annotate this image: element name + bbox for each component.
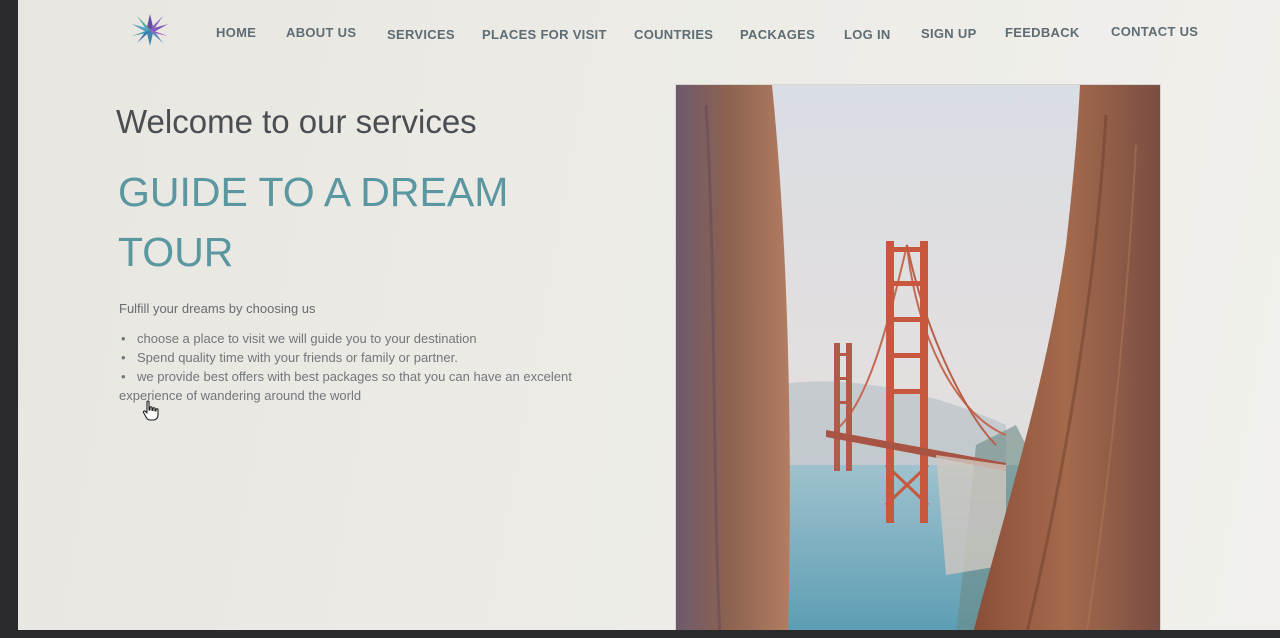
hand-pointer-cursor-icon — [142, 400, 159, 421]
nav-places-for-visit-link[interactable]: PLACES FOR VISIT — [482, 27, 607, 42]
feature-list: • choose a place to visit we will guide y… — [119, 329, 609, 405]
nav-contact-us-link[interactable]: CONTACT US — [1111, 24, 1198, 39]
list-item-text: Spend quality time with your friends or … — [137, 350, 458, 365]
list-item: • choose a place to visit we will guide y… — [119, 329, 609, 348]
golden-gate-bridge-photo — [676, 85, 1160, 634]
browser-viewport: HOME ABOUT US SERVICES PLACES FOR VISIT … — [18, 0, 1280, 634]
nav-countries-link[interactable]: COUNTRIES — [634, 27, 713, 42]
list-item-text: choose a place to visit we will guide yo… — [137, 331, 477, 346]
nav-feedback-link[interactable]: FEEDBACK — [1005, 25, 1080, 40]
list-item-continuation: experience of wandering around the world — [119, 388, 362, 403]
main-navigation: HOME ABOUT US SERVICES PLACES FOR VISIT … — [18, 22, 1280, 46]
bullet-icon: • — [121, 331, 126, 346]
bullet-icon: • — [121, 350, 126, 365]
nav-packages-link[interactable]: PACKAGES — [740, 27, 815, 42]
welcome-heading: Welcome to our services — [116, 103, 477, 140]
intro-text: Fulfill your dreams by choosing us — [119, 301, 316, 316]
list-item: • Spend quality time with your friends or… — [119, 348, 609, 367]
golden-gate-bridge-image — [676, 85, 1160, 634]
nav-services-link[interactable]: SERVICES — [387, 27, 455, 42]
list-item-text: we provide best offers with best package… — [137, 369, 572, 384]
nav-sign-up-link[interactable]: SIGN UP — [921, 26, 977, 41]
list-item: • we provide best offers with best packag… — [119, 367, 609, 386]
hero-headline: GUIDE TO A DREAM TOUR — [118, 169, 509, 275]
nav-log-in-link[interactable]: LOG IN — [844, 27, 891, 42]
bullet-icon: • — [121, 369, 126, 384]
nav-home-link[interactable]: HOME — [216, 25, 256, 40]
nav-about-us-link[interactable]: ABOUT US — [286, 25, 356, 40]
monitor-bezel — [18, 630, 1280, 634]
